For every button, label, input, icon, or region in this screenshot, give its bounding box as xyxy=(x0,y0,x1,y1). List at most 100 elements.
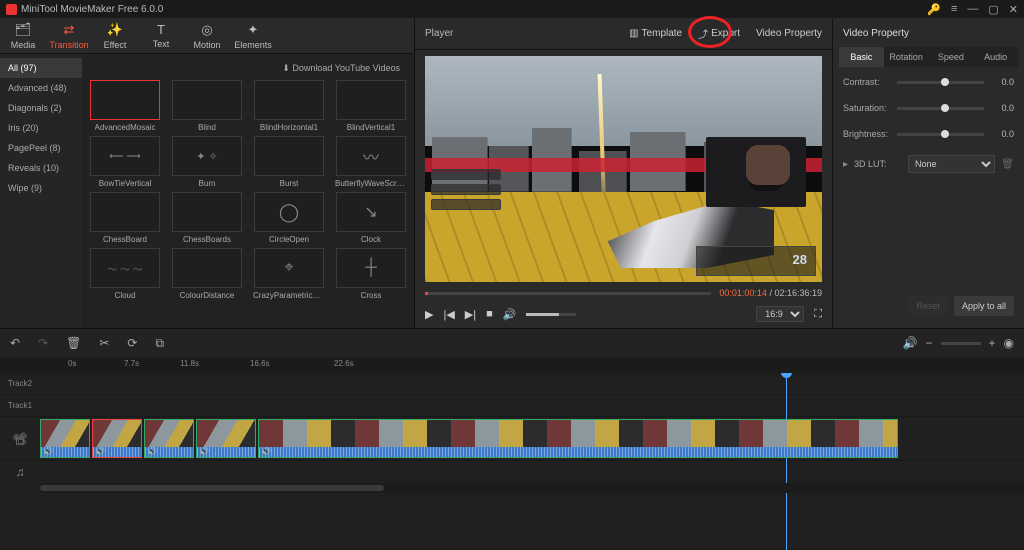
apply-all-button[interactable]: Apply to all xyxy=(954,296,1014,316)
prop-label: Contrast: xyxy=(843,77,891,87)
zoom-out-button[interactable]: − xyxy=(925,336,932,350)
video-property-button[interactable]: Video Property xyxy=(756,28,822,39)
transition-item[interactable]: Burn xyxy=(168,136,246,188)
download-youtube-link[interactable]: Download YouTube Videos xyxy=(86,60,410,80)
tab-motion[interactable]: ◎Motion xyxy=(184,18,230,53)
transition-thumbnail xyxy=(90,80,160,120)
fit-button[interactable]: ◉ xyxy=(1004,336,1014,350)
minimize-icon[interactable]: — xyxy=(967,3,978,15)
mute-track-icon[interactable]: 🔊 xyxy=(903,336,918,350)
category-item[interactable]: Wipe (9) xyxy=(0,178,82,198)
close-icon[interactable]: ✕ xyxy=(1009,3,1018,16)
prev-frame-button[interactable]: |◀ xyxy=(443,308,454,321)
transition-item[interactable]: Cross xyxy=(332,248,410,300)
transition-item[interactable]: ButterflyWaveScrawler xyxy=(332,136,410,188)
maximize-icon[interactable]: ▢ xyxy=(988,3,998,16)
prop-slider[interactable] xyxy=(897,107,984,110)
delete-button[interactable]: 🗑 xyxy=(66,336,81,350)
transition-item[interactable]: ChessBoard xyxy=(86,192,164,244)
ruler-tick: 16.6s xyxy=(250,359,270,368)
video-track-icon[interactable]: 📽 xyxy=(0,417,40,460)
video-preview[interactable] xyxy=(425,56,822,282)
audio-track-icon[interactable]: ♫ xyxy=(0,461,40,483)
reset-button[interactable]: Reset xyxy=(908,296,948,316)
category-item[interactable]: Iris (20) xyxy=(0,118,82,138)
horizontal-scrollbar[interactable] xyxy=(40,483,1024,493)
transition-name: ChessBoard xyxy=(103,235,147,244)
category-item[interactable]: Advanced (48) xyxy=(0,78,82,98)
transition-name: ButterflyWaveScrawler xyxy=(335,179,407,188)
transition-item[interactable]: BlindHorizontal1 xyxy=(250,80,328,132)
timeline-clip[interactable]: 🔊 xyxy=(196,419,256,458)
props-tab-speed[interactable]: Speed xyxy=(929,47,974,67)
playhead[interactable] xyxy=(786,373,787,550)
timeline-clip[interactable]: 🔊 xyxy=(40,419,90,458)
timeline-clip[interactable]: 🔊 xyxy=(144,419,194,458)
props-tab-rotation[interactable]: Rotation xyxy=(884,47,929,67)
transition-name: Cloud xyxy=(115,291,136,300)
delete-lut-icon[interactable]: 🗑 xyxy=(1001,159,1014,170)
fullscreen-button[interactable]: ⛶ xyxy=(814,308,822,321)
aspect-select[interactable]: 16:9 xyxy=(756,306,804,322)
transition-thumbnail xyxy=(254,80,324,120)
export-button[interactable]: ⤴ Export xyxy=(698,26,740,41)
player-panel: Player ▥ Template ⤴ Export Video Propert… xyxy=(415,18,832,328)
tab-effect[interactable]: ✨Effect xyxy=(92,18,138,53)
tab-text[interactable]: TText xyxy=(138,18,184,53)
ruler-tick: 0s xyxy=(68,359,76,368)
transition-item[interactable]: Cloud xyxy=(86,248,164,300)
props-tab-basic[interactable]: Basic xyxy=(839,47,884,67)
redo-button[interactable]: ↷ xyxy=(38,336,48,350)
speed-button[interactable]: ⟳ xyxy=(127,336,137,350)
prop-slider[interactable] xyxy=(897,133,984,136)
transition-item[interactable]: ChessBoards xyxy=(168,192,246,244)
seek-bar[interactable]: 00:01:00:14 / 02:16:36:19 xyxy=(425,288,822,298)
tracks-area: Track2 Track1 📽 🔊🔊🔊🔊🔊 ♫ xyxy=(0,373,1024,550)
transition-item[interactable]: BowTieVertical xyxy=(86,136,164,188)
timeline-clip[interactable]: 🔊 xyxy=(258,419,898,458)
transition-thumbnail xyxy=(254,248,324,288)
transition-item[interactable]: Blind xyxy=(168,80,246,132)
undo-button[interactable]: ↶ xyxy=(10,336,20,350)
tab-transition[interactable]: ⇄Transition xyxy=(46,18,92,53)
key-icon[interactable]: 🔑 xyxy=(927,3,941,16)
play-button[interactable]: ▶ xyxy=(425,308,433,321)
chevron-right-icon[interactable]: ▸ xyxy=(843,159,848,170)
motion-icon: ◎ xyxy=(201,22,212,38)
transition-name: ChessBoards xyxy=(183,235,231,244)
transition-thumbnail xyxy=(172,192,242,232)
next-frame-button[interactable]: ▶| xyxy=(465,308,476,321)
transition-item[interactable]: AdvancedMosaic xyxy=(86,80,164,132)
menu-icon[interactable]: ≡ xyxy=(951,3,957,15)
transition-item[interactable]: Clock xyxy=(332,192,410,244)
transition-thumbnail xyxy=(336,136,406,176)
transition-item[interactable]: BlindVertical1 xyxy=(332,80,410,132)
prop-label: Brightness: xyxy=(843,129,891,139)
volume-slider[interactable] xyxy=(526,313,576,316)
props-tab-audio[interactable]: Audio xyxy=(973,47,1018,67)
transition-item[interactable]: Burst xyxy=(250,136,328,188)
video-property-label: Video Property xyxy=(833,22,1024,45)
time-ruler[interactable]: 0s7.7s11.8s16.6s22.6s xyxy=(0,357,1024,373)
zoom-slider[interactable] xyxy=(941,342,981,345)
split-button[interactable]: ✂ xyxy=(99,336,109,350)
prop-slider[interactable] xyxy=(897,81,984,84)
crop-button[interactable]: ⧉ xyxy=(155,336,164,351)
timeline-clip[interactable]: 🔊 xyxy=(92,419,142,458)
template-button[interactable]: ▥ Template xyxy=(629,28,682,39)
category-item[interactable]: All (97) xyxy=(0,58,82,78)
transition-item[interactable]: CrazyParametricFun xyxy=(250,248,328,300)
zoom-in-button[interactable]: + xyxy=(989,336,996,350)
category-item[interactable]: Diagonals (2) xyxy=(0,98,82,118)
category-item[interactable]: PagePeel (8) xyxy=(0,138,82,158)
lut-select[interactable]: None xyxy=(908,155,995,173)
library-toolbar: 🗂Media⇄Transition✨EffectTText◎Motion✦Ele… xyxy=(0,18,414,54)
transition-item[interactable]: ColourDistance xyxy=(168,248,246,300)
transition-item[interactable]: CircleOpen xyxy=(250,192,328,244)
tab-media[interactable]: 🗂Media xyxy=(0,18,46,53)
category-item[interactable]: Reveals (10) xyxy=(0,158,82,178)
prop-value: 0.0 xyxy=(990,129,1014,139)
volume-icon[interactable]: 🔊 xyxy=(503,308,517,321)
stop-button[interactable]: ■ xyxy=(486,308,493,320)
tab-elements[interactable]: ✦Elements xyxy=(230,18,276,53)
